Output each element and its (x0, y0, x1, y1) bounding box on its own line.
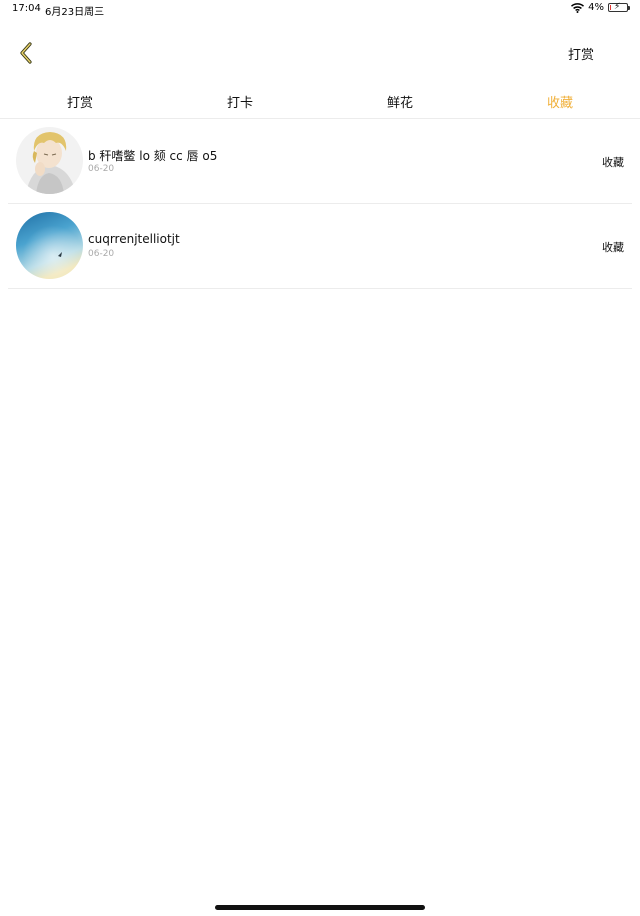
item-date: 06-20 (88, 164, 115, 174)
status-date: 6月23日周三 (45, 7, 105, 18)
tab-bar: 打赏 打卡 鲜花 收藏 (0, 92, 640, 119)
battery-level-fill (610, 5, 611, 10)
item-action-label: 收藏 (602, 156, 624, 169)
avatar[interactable] (16, 127, 83, 194)
status-time: 17:04 (12, 3, 41, 14)
tab-checkin[interactable]: 打卡 (160, 92, 320, 118)
item-action-label: 收藏 (602, 241, 624, 254)
reward-button[interactable]: 打赏 (568, 44, 594, 63)
favorites-list: b 秆嗜鳖 lo 颏 cc 唇 o5 06-20 收藏 cuqrrenjtell… (8, 119, 632, 289)
item-date: 06-20 (88, 249, 115, 259)
tab-favorites[interactable]: 收藏 (480, 92, 640, 118)
anime-character-avatar (16, 127, 83, 194)
list-item[interactable]: b 秆嗜鳖 lo 颏 cc 唇 o5 06-20 收藏 (8, 119, 632, 204)
tab-reward[interactable]: 打赏 (0, 92, 160, 118)
status-bar: 17:04 6月23日周三 4% ⚡ (0, 0, 640, 20)
wifi-icon (571, 2, 585, 13)
chevron-left-icon (20, 42, 32, 64)
avatar[interactable] (16, 212, 83, 279)
charging-bolt-icon: ⚡ (614, 2, 621, 12)
blue-sky-avatar (16, 212, 83, 279)
item-name: cuqrrenjtelliotjt (88, 232, 180, 246)
nav-bar: 打赏 (0, 28, 640, 78)
status-indicators: 4% ⚡ (571, 2, 630, 13)
battery-percent: 4% (588, 2, 604, 13)
home-indicator[interactable] (215, 905, 425, 910)
tab-flowers[interactable]: 鲜花 (320, 92, 480, 118)
list-item[interactable]: cuqrrenjtelliotjt 06-20 收藏 (8, 204, 632, 289)
back-button[interactable] (14, 40, 40, 66)
battery-charging-icon: ⚡ (608, 2, 630, 12)
item-name: b 秆嗜鳖 lo 颏 cc 唇 o5 (88, 149, 218, 163)
